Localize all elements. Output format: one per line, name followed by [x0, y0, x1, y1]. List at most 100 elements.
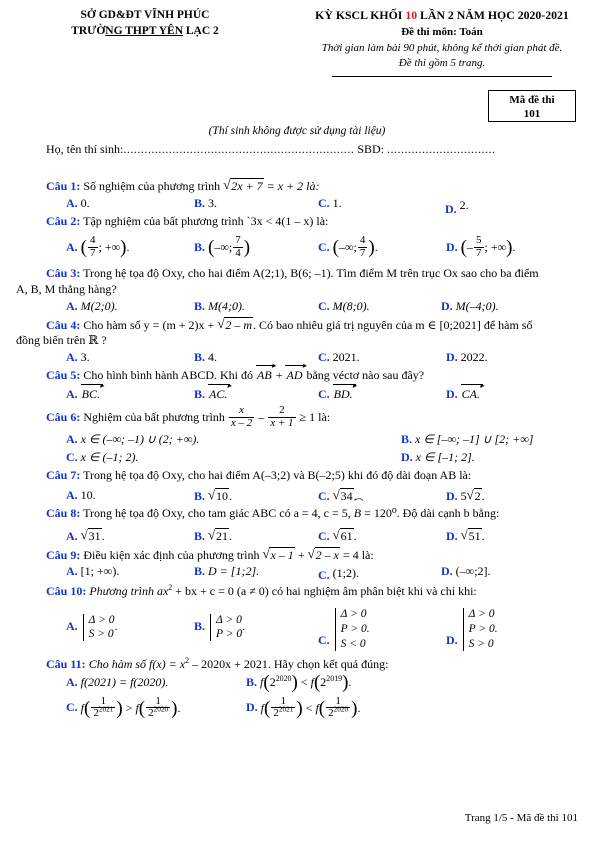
question-2-option-d[interactable]: D. (– 5 7; +∞).: [446, 235, 515, 260]
condition-line: P > 0.: [340, 622, 370, 635]
question-7-option-b[interactable]: B. 10.: [194, 487, 232, 504]
denominator: 22021: [91, 705, 116, 720]
option-text: AC.: [209, 387, 228, 402]
question-9-option-d[interactable]: D. (–∞;2].: [441, 564, 491, 579]
question-3-option-a[interactable]: A. M(2;0).: [66, 299, 118, 314]
question-6-option-b[interactable]: B. x ∈ [–∞; –1] ∪ [2; +∞]: [401, 432, 533, 447]
question-8-option-a[interactable]: A. 31.: [66, 527, 105, 544]
option-letter: D.: [446, 240, 458, 255]
sqrt-symbol-icon: 21: [208, 527, 230, 544]
question-6-option-c[interactable]: C. x ∈ (–1; 2).: [66, 450, 138, 465]
question-10-stem: Câu 10: Phương trình ax2 + bx + c = 0 (a…: [46, 584, 578, 599]
question-9-text-a: Điều kiện xác định của phương trình: [83, 547, 263, 562]
question-4-options: A. 3. B. 4. C. 2021. D. 2022.: [46, 350, 578, 366]
option-letter: D.: [441, 298, 453, 313]
question-2-options: A.(4 7; +∞). B. (–∞; 7 4) C. (–∞; 4 7). D. (– 5 7;…: [46, 230, 578, 264]
condition-line: Δ > 0: [340, 607, 367, 620]
vector-overline-icon: BD. ▸: [332, 381, 357, 402]
option-text: M(–4;0).: [455, 298, 499, 313]
option-letter: D.: [401, 450, 413, 465]
question-7-option-c[interactable]: C.34.: [318, 487, 357, 504]
question-8-option-c[interactable]: C. 61.: [318, 527, 357, 544]
question-6-option-d[interactable]: D. x ∈ [–1; 2].: [401, 450, 475, 465]
question-2-option-c[interactable]: C. (–∞; 4 7).: [318, 235, 378, 260]
question-10-option-b[interactable]: B. Δ > 0 P > 0.: [194, 613, 245, 642]
question-10-label: Câu 10:: [46, 584, 87, 599]
question-10-option-d[interactable]: D. Δ > 0 P > 0. S > 0: [446, 607, 498, 652]
option-letter: A.: [66, 298, 78, 313]
question-6-options-row2: C. x ∈ (–1; 2). D. x ∈ [–1; 2].: [46, 450, 578, 466]
question-7-option-d[interactable]: D.52.: [446, 487, 485, 504]
option-text: 0.: [80, 195, 90, 210]
question-11-option-a[interactable]: A. f(2021) = f(2020).: [66, 675, 168, 690]
question-3-option-d[interactable]: D. M(–4;0).: [441, 299, 499, 314]
question-3-option-c[interactable]: C. M(8;0).: [318, 299, 370, 314]
option-text: x ∈ [–1; 2].: [415, 450, 475, 465]
exponent: 2020: [333, 705, 349, 714]
question-10-option-c[interactable]: C. Δ > 0 P > 0. S < 0: [318, 607, 370, 652]
question-1-options: A. 0. B. 3. C. 1. D. 2.: [46, 196, 578, 216]
question-7-option-a[interactable]: A. 10.: [66, 488, 96, 503]
question-1-option-b[interactable]: B. 3.: [194, 196, 217, 211]
question-3-text-line1: Trong hệ tọa độ Oxy, cho hai điểm A(2;1)…: [83, 266, 539, 281]
department-name: SỞ GD&ĐT VĨNH PHÚC: [80, 9, 210, 21]
question-4: Câu 4: Cho hàm số y = (m + 2)x + 2 – m. …: [0, 316, 594, 366]
question-11-option-d[interactable]: D. f(1 22021) < f(1 22020).: [246, 695, 360, 721]
denominator: 22021: [271, 705, 296, 720]
question-4-option-c[interactable]: C. 2021.: [318, 350, 360, 365]
option-letter: D.: [441, 564, 453, 579]
option-text: (1;2).: [332, 566, 359, 581]
question-10-option-a[interactable]: A. Δ > 0 S > 0.: [66, 613, 117, 642]
question-8-option-d[interactable]: D. 51.: [446, 527, 485, 544]
question-4-option-a[interactable]: A. 3.: [66, 350, 90, 365]
sqrt-symbol-icon: 2x + 7: [223, 177, 264, 194]
question-3-option-b[interactable]: B. M(4;0).: [194, 299, 245, 314]
exponent: 2019: [326, 673, 343, 683]
question-5-option-d[interactable]: D. CA. ▸: [446, 381, 484, 402]
arrow-head-icon: ▸: [271, 361, 276, 371]
question-4-option-b[interactable]: B. 4.: [194, 350, 217, 365]
question-8: Câu 8: Trong hệ tọa độ Oxy, cho tam giác…: [0, 506, 594, 545]
option-letter: C.: [318, 298, 330, 313]
school-name: TRƯỜNG THPT YÊN LẠC 2: [71, 24, 219, 40]
sqrt-symbol-icon: 2 – m: [217, 316, 253, 333]
question-1-option-c[interactable]: C. 1.: [318, 196, 342, 211]
question-6-option-a[interactable]: A. x ∈ (–∞; –1) ∪ (2; +∞).: [66, 432, 199, 447]
question-1-option-a[interactable]: A. 0.: [66, 196, 90, 211]
option-letter: D.: [446, 633, 458, 648]
question-5-option-c[interactable]: C. BD. ▸: [318, 381, 357, 402]
question-5-option-a[interactable]: A. BC. ▸: [66, 381, 104, 402]
option-text: 1.: [332, 195, 342, 210]
question-10: Câu 10: Phương trình ax2 + bx + c = 0 (a…: [0, 584, 594, 651]
radicand: 2: [473, 488, 482, 503]
radicand: 21: [215, 527, 230, 543]
exam-grade-highlight: 10: [405, 8, 418, 22]
question-1-option-d[interactable]: D. 2.: [445, 198, 469, 217]
question-11-option-c[interactable]: C. f(1 22021) > f(1 22020).: [66, 695, 180, 721]
no-materials-notice: (Thí sinh không được sử dụng tài liệu): [208, 125, 386, 137]
question-2-option-b[interactable]: B. (–∞; 7 4): [194, 235, 250, 260]
question-7-text: Trong hệ tọa độ Oxy, cho hai điểm A(–3;2…: [83, 468, 472, 483]
question-5-option-b[interactable]: B. AC. ▸: [194, 381, 231, 402]
question-6: Câu 6: Nghiệm của bất phương trình xx – …: [0, 405, 594, 466]
question-8-option-b[interactable]: B. 21.: [194, 527, 232, 544]
question-11-option-b[interactable]: B. f(22020) < f(22019).: [246, 673, 351, 692]
question-2-label: Câu 2:: [46, 213, 81, 228]
question-8-stem: Câu 8: Trong hệ tọa độ Oxy, cho tam giác…: [46, 506, 578, 521]
school-name-pre: TRƯỜ: [71, 24, 106, 37]
question-1-radicand: 2x + 7: [230, 178, 264, 193]
exam-title-post: LẦN 2 NĂM HỌC 2020-2021: [417, 8, 569, 22]
option-text: .: [101, 528, 105, 543]
question-9-option-b[interactable]: B. D = [1;2].: [194, 564, 259, 579]
question-4-option-d[interactable]: D. 2022.: [446, 350, 488, 365]
question-2-option-a[interactable]: A.(4 7; +∞).: [66, 235, 129, 260]
radicand: 51: [467, 527, 482, 543]
question-4-label: Câu 4:: [46, 317, 81, 332]
question-9-option-a[interactable]: A. [1; +∞).: [66, 564, 119, 579]
arrow-head-icon: ▸: [227, 380, 232, 390]
question-9-option-c[interactable]: C. (1;2).: [318, 566, 359, 583]
option-text: CA.: [461, 387, 481, 402]
question-8-label: Câu 8:: [46, 506, 81, 520]
page-footer: Trang 1/5 - Mã đề thi 101: [464, 812, 578, 824]
option-text: M(4;0).: [208, 298, 245, 313]
